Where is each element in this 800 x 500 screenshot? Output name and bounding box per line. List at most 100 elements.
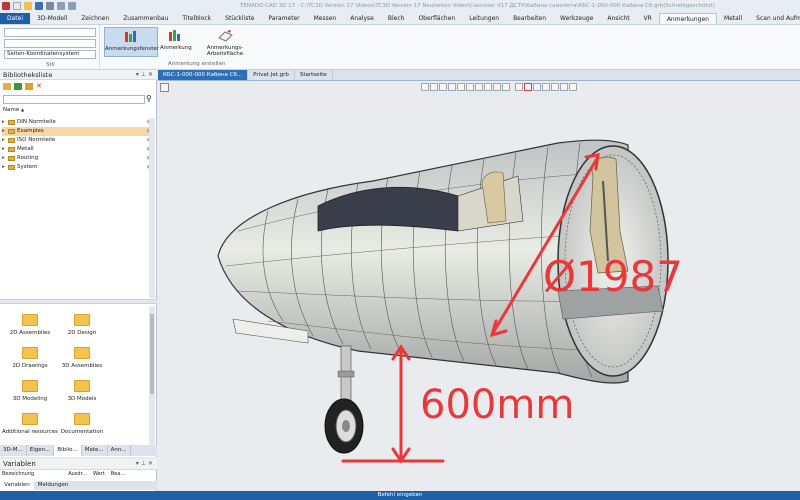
folder-label: 3D Modeling (12, 396, 48, 402)
variables-tab[interactable]: Meldungen (34, 481, 72, 490)
layer-select[interactable] (4, 28, 96, 37)
color-select[interactable] (4, 39, 96, 48)
library-folder-item[interactable]: 3D Models (52, 380, 112, 402)
folder-icon (8, 156, 15, 161)
ribbon-tab[interactable]: Stückliste (218, 13, 261, 24)
title-bar: TENADO CAD 3D 17 - C:\TC3D Version 17 Vi… (0, 0, 800, 13)
annotation-window-label: Anmerkungsfenster (105, 46, 160, 52)
variables-header: Variablen ▾ ⊥ ✕ (0, 459, 157, 470)
library-folder-icon[interactable] (3, 83, 11, 90)
ribbon-tab[interactable]: Titelblock (175, 13, 218, 24)
tree-item-label: Routing (17, 155, 39, 161)
panel-tab[interactable]: 3D-M... (0, 445, 27, 456)
ribbon-tab[interactable]: Datei (0, 13, 31, 24)
folder-label: Documentation (60, 429, 104, 435)
redo-icon[interactable] (68, 2, 76, 10)
tree-item[interactable]: ▸System◉ (2, 163, 154, 172)
document-tabs: КБС-1-000-000 Кабина Сб... Privat Jet.grb… (158, 70, 800, 81)
panel-tab[interactable]: Ann... (108, 445, 131, 456)
column-header-name[interactable]: Name ▲ (3, 107, 24, 113)
tree-item[interactable]: ▸ISO Normteile◉ (2, 136, 154, 145)
panel-tab[interactable]: Eigen... (27, 445, 55, 456)
pin-icon[interactable]: ▾ ⊥ ✕ (136, 71, 153, 78)
ribbon: Seiten-Koordinatensystem Stil Anmerkungs… (0, 25, 800, 70)
library-add-folder-icon[interactable] (14, 83, 22, 90)
annotation-button[interactable]: Anmerkung (160, 27, 192, 57)
open-icon[interactable] (24, 2, 32, 10)
undo-icon[interactable] (57, 2, 65, 10)
annotation-window-icon (124, 31, 136, 42)
tree-item[interactable]: ▸Routing◉ (2, 154, 154, 163)
document-tab[interactable]: КБС-1-000-000 Кабина Сб... (158, 70, 249, 80)
ribbon-tab[interactable]: Werkzeuge (553, 13, 600, 24)
variables-column-header[interactable]: Ausdr... (68, 471, 87, 477)
library-delete-icon[interactable]: ✕ (36, 83, 44, 90)
folder-icon (74, 314, 90, 326)
variables-tabs: Variablen Meldungen (0, 481, 157, 490)
pin-icon[interactable]: ▾ ⊥ ✕ (136, 460, 153, 467)
ribbon-tab-bar: Datei 3D-Modell Zeichnen Zusammenbau Titelbl… (0, 13, 800, 25)
panel-tab[interactable]: Mate... (82, 445, 108, 456)
ribbon-tab[interactable]: Analyse (343, 13, 381, 24)
ribbon-tab[interactable]: Anmerkungen (658, 13, 717, 24)
ribbon-tab[interactable]: Leitungen (462, 13, 506, 24)
style-group-label: Stil (46, 62, 55, 68)
library-folder-item[interactable]: 2D Drawings (0, 347, 60, 369)
library-folder-item[interactable]: 3D Assemblies (52, 347, 112, 369)
ribbon-tab[interactable]: Oberflächen (411, 13, 462, 24)
search-icon[interactable]: ⚲ (146, 94, 152, 103)
library-panel-header: Bibliotheksliste ▾ ⊥ ✕ (0, 70, 157, 80)
annotation-icon (168, 30, 180, 41)
library-folder-item[interactable]: 2D Assemblies (0, 314, 60, 336)
ribbon-tab[interactable]: Ansicht (600, 13, 636, 24)
height-text: 600mm (420, 382, 574, 428)
coord-system-select[interactable]: Seiten-Koordinatensystem (4, 50, 96, 59)
library-folder-item[interactable]: Additional resources (0, 413, 60, 435)
panel-tab[interactable]: Biblio... (54, 445, 82, 456)
ribbon-tab[interactable]: Parameter (261, 13, 306, 24)
status-bar: Befehl eingeben (0, 491, 800, 500)
app-icon[interactable] (2, 2, 10, 10)
library-open-icon[interactable] (25, 83, 33, 90)
ribbon-tab[interactable]: Zusammenbau (116, 13, 175, 24)
library-folder-item[interactable]: 3D Modeling (0, 380, 60, 402)
annotation-workspace-button[interactable]: Anmerkungs-Arbeitsfläche (192, 27, 258, 57)
ribbon-tab[interactable]: Metall (717, 13, 749, 24)
tree-item[interactable]: ▸Examples◉ (2, 127, 154, 136)
document-tab[interactable]: Startseite (295, 70, 333, 80)
style-group: Seiten-Koordinatensystem Stil (0, 25, 100, 70)
ribbon-tab[interactable]: Blech (381, 13, 412, 24)
ribbon-tab[interactable]: 3D-Modell (30, 13, 74, 24)
variables-tab[interactable]: Variablen (0, 481, 34, 490)
ribbon-tab[interactable]: Messen (307, 13, 344, 24)
library-search-input[interactable] (3, 95, 145, 104)
variables-column-header[interactable]: Wert (93, 471, 105, 477)
3d-viewport[interactable]: Ø1987 600mm (158, 81, 800, 491)
library-title: Bibliotheksliste (3, 71, 53, 79)
folder-label: Additional resources (1, 429, 58, 435)
ribbon-tab[interactable]: VR (637, 13, 659, 24)
panel-tabs: 3D-M... Eigen... Biblio... Mate... Ann... (0, 445, 157, 456)
ribbon-tab[interactable]: Scan und Aufmaß (749, 13, 800, 24)
library-folder-item[interactable]: 2D Design (52, 314, 112, 336)
folder-icon (22, 380, 38, 392)
print-icon[interactable] (46, 2, 54, 10)
grid-scrollbar[interactable] (149, 306, 155, 446)
library-folder-item[interactable]: Documentation (52, 413, 112, 435)
ribbon-tab[interactable]: Zeichnen (74, 13, 116, 24)
tree-item[interactable]: ▸Metall◉ (2, 145, 154, 154)
document-tab[interactable]: Privat Jet.grb (248, 70, 295, 80)
variables-column-header[interactable]: Bezeichnung (2, 471, 34, 477)
new-icon[interactable] (13, 2, 21, 10)
panel-splitter[interactable] (0, 299, 157, 304)
cockpit-model: Ø1987 600mm (217, 139, 683, 464)
tree-item-label: Examples (17, 128, 44, 134)
folder-icon (8, 129, 15, 134)
tree-scrollbar[interactable] (149, 118, 155, 298)
annotation-window-button[interactable]: Anmerkungsfenster (104, 27, 160, 57)
annotation-group-label: Anmerkung erstellen (168, 61, 226, 67)
tree-item[interactable]: ▸DIN Normteile◉ (2, 118, 154, 127)
variables-column-header[interactable]: Bea... (111, 471, 125, 477)
save-icon[interactable] (35, 2, 43, 10)
ribbon-tab[interactable]: Bearbeiten (506, 13, 553, 24)
